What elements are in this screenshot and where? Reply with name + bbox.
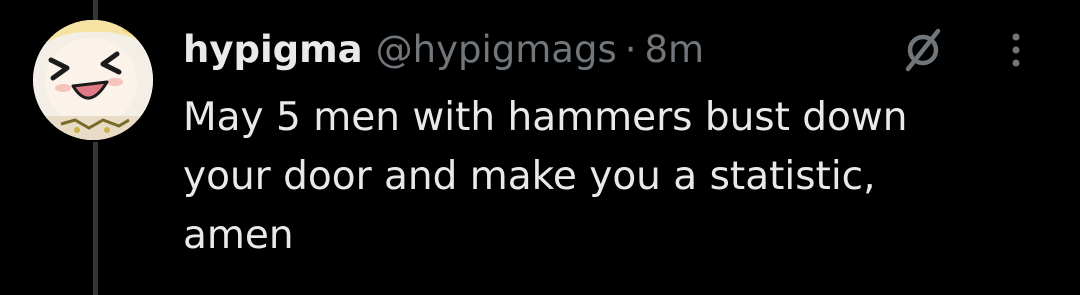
separator-dot: ·	[624, 28, 637, 71]
thread-connector-top	[93, 0, 98, 22]
tweet-text: May 5 men with hammers bust down your do…	[183, 88, 1063, 265]
user-handle[interactable]: @hypigmags	[376, 22, 617, 78]
more-options-icon[interactable]	[1004, 30, 1028, 70]
tweet-header: hypigma @hypigmags · 8m	[183, 22, 704, 78]
tweet-text-line: your door and make you a statistic,	[183, 154, 876, 199]
tweet-text-line: amen	[183, 213, 294, 258]
tweet-text-line: May 5 men with hammers bust down	[183, 95, 908, 140]
anime-avatar-icon	[33, 20, 153, 140]
display-name[interactable]: hypigma	[183, 22, 363, 78]
grok-icon[interactable]	[903, 28, 943, 72]
thread-connector-bottom	[93, 142, 98, 295]
timestamp[interactable]: 8m	[644, 22, 704, 78]
avatar[interactable]	[33, 20, 153, 140]
